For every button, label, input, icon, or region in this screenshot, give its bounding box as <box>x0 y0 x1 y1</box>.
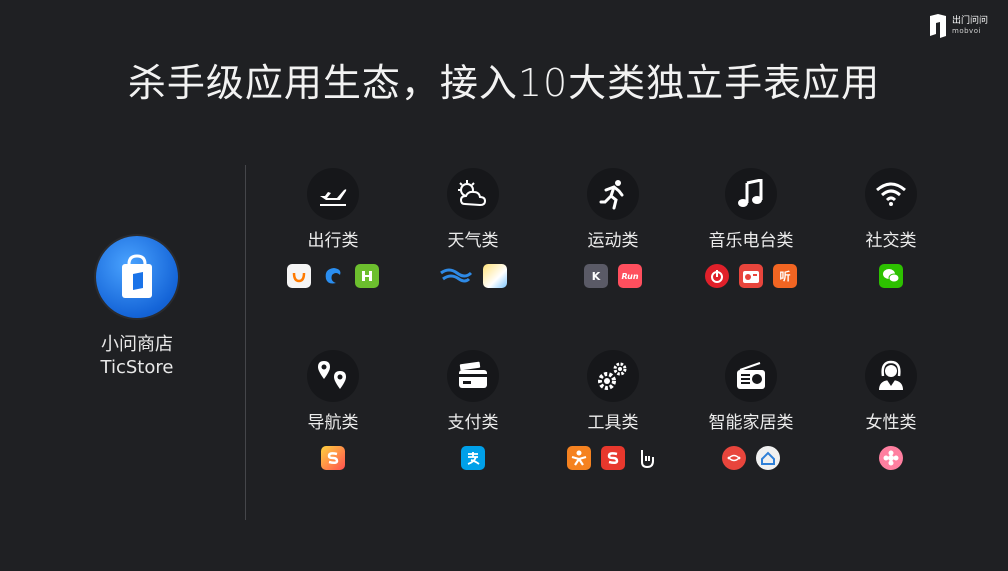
logo-text-en: mobvoi <box>952 27 981 35</box>
category-label: 社交类 <box>865 231 917 251</box>
music-note-icon <box>725 168 777 220</box>
female-app-icon[interactable] <box>879 446 903 470</box>
category-label: 出行类 <box>307 231 359 251</box>
category-tools[interactable]: 工具类 <box>548 350 678 470</box>
ting-app-icon[interactable]: 听 <box>773 264 797 288</box>
moji-weather-app-icon[interactable] <box>439 264 473 288</box>
category-label: 工具类 <box>587 413 639 433</box>
category-label: 智能家居类 <box>708 413 794 433</box>
category-navigation[interactable]: 导航类 <box>268 350 398 470</box>
category-label: 女性类 <box>865 413 917 433</box>
category-music-radio[interactable]: 音乐电台类 听 <box>686 168 816 288</box>
weather-app-icon[interactable] <box>483 264 507 288</box>
divider <box>245 165 246 520</box>
mobike-app-icon[interactable] <box>355 264 379 288</box>
category-smart-home[interactable]: 智能家居类 <box>686 350 816 470</box>
category-female[interactable]: 女性类 <box>826 350 956 470</box>
ticstore-icon[interactable] <box>96 236 178 318</box>
wallet-icon <box>447 350 499 402</box>
keep-app-icon[interactable]: K <box>584 264 608 288</box>
alipay-app-icon[interactable] <box>461 446 485 470</box>
mobvoi-logo: 出门问问 mobvoi <box>928 14 988 38</box>
touch-app-icon[interactable] <box>635 446 659 470</box>
weather-icon <box>447 168 499 220</box>
sogou-map-app-icon[interactable] <box>321 446 345 470</box>
ticstore-block[interactable]: 小问商店 TicStore <box>86 236 188 379</box>
run-app-glyph: Run <box>621 271 639 281</box>
running-icon <box>587 168 639 220</box>
smart-home-app-icon-2[interactable] <box>756 446 780 470</box>
store-name-en: TicStore <box>100 357 174 379</box>
ctrip-app-icon[interactable] <box>321 264 345 288</box>
category-social[interactable]: 社交类 <box>826 168 956 288</box>
radio-app-icon[interactable] <box>739 264 763 288</box>
smart-home-app-icon-1[interactable] <box>722 446 746 470</box>
keep-app-glyph: K <box>591 269 601 283</box>
category-sports[interactable]: 运动类 K Run <box>548 168 678 288</box>
logo-text-cn: 出门问问 <box>952 16 989 26</box>
wechat-app-icon[interactable] <box>879 264 903 288</box>
category-label: 导航类 <box>307 413 359 433</box>
gears-icon <box>587 350 639 402</box>
woman-icon <box>865 350 917 402</box>
category-label: 天气类 <box>447 231 499 251</box>
category-label: 支付类 <box>447 413 499 433</box>
category-weather[interactable]: 天气类 <box>408 168 538 288</box>
category-label: 运动类 <box>587 231 639 251</box>
airplane-icon <box>307 168 359 220</box>
category-payment[interactable]: 支付类 <box>408 350 538 470</box>
category-travel[interactable]: 出行类 <box>268 168 398 288</box>
tool-app-icon-1[interactable] <box>567 446 591 470</box>
store-name-cn: 小问商店 <box>101 334 173 355</box>
category-label: 音乐电台类 <box>708 231 794 251</box>
shopping-bag-icon <box>122 254 152 298</box>
ting-app-glyph: 听 <box>779 270 791 283</box>
wifi-icon <box>865 168 917 220</box>
netease-music-app-icon[interactable] <box>705 264 729 288</box>
run-app-icon[interactable]: Run <box>618 264 642 288</box>
mobvoi-logo-icon <box>930 14 946 38</box>
radio-device-icon <box>725 350 777 402</box>
map-pins-icon <box>307 350 359 402</box>
didi-app-icon[interactable] <box>287 264 311 288</box>
page-title: 杀手级应用生态，接入10大类独立手表应用 <box>127 61 881 105</box>
sogou-app-icon[interactable] <box>601 446 625 470</box>
